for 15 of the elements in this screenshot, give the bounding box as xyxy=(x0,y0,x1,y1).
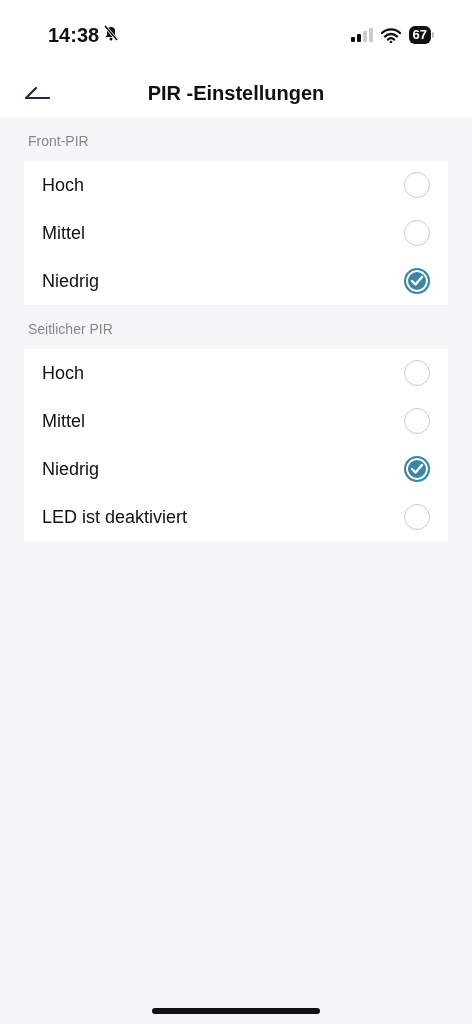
option-row[interactable]: Hoch xyxy=(24,349,448,397)
option-row[interactable]: Mittel xyxy=(24,209,448,257)
screen-title: PIR -Einstellungen xyxy=(147,82,325,105)
signal-icon xyxy=(350,28,373,42)
option-row[interactable]: Mittel xyxy=(24,397,448,445)
clock-time: 14:38 xyxy=(48,23,100,47)
section-label: Front-PIR xyxy=(27,132,90,151)
back-arrow-icon xyxy=(24,86,50,100)
section-label: Seitlicher PIR xyxy=(27,320,114,339)
option-row[interactable]: Niedrig xyxy=(24,445,448,493)
option-row[interactable]: LED ist deaktiviert xyxy=(24,493,448,541)
battery-icon: 67 xyxy=(408,26,434,44)
option-row[interactable]: Hoch xyxy=(24,161,448,209)
option-row[interactable]: Niedrig xyxy=(24,257,448,305)
wifi-icon xyxy=(380,27,401,43)
